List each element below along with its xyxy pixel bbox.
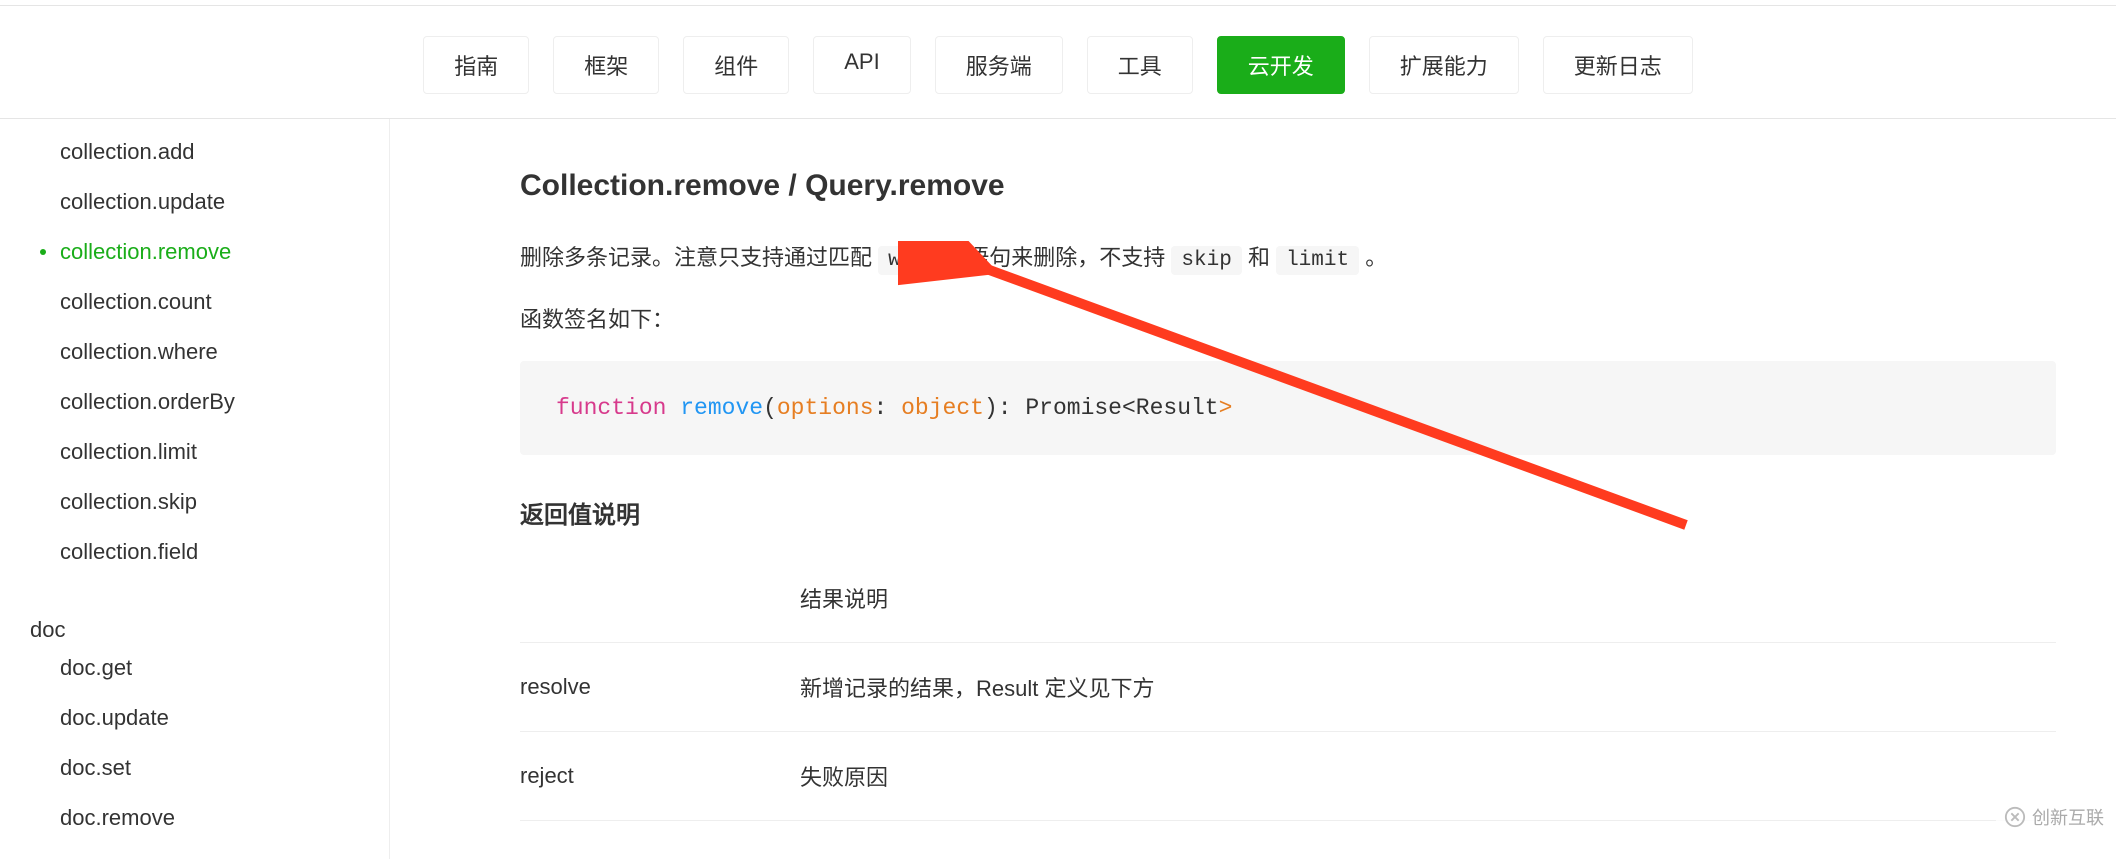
table-row: reject 失败原因 (520, 732, 2056, 821)
watermark: 创新互联 (1996, 800, 2112, 834)
table-header-desc: 结果说明 (800, 554, 2056, 643)
nav-changelog[interactable]: 更新日志 (1543, 36, 1693, 94)
nav-framework[interactable]: 框架 (553, 36, 659, 94)
code-lparen: ( (763, 395, 777, 421)
code-skip: skip (1171, 246, 1241, 275)
sidebar-item-collection-update[interactable]: collection.update (0, 177, 389, 227)
page-title: Collection.remove / Query.remove (520, 169, 2056, 203)
table-row: resolve 新增记录的结果，Result 定义见下方 (520, 643, 2056, 732)
watermark-text: 创新互联 (2032, 804, 2104, 830)
sidebar: collection.add collection.update collect… (0, 119, 390, 859)
nav-api[interactable]: API (813, 36, 910, 94)
code-limit: limit (1276, 246, 1359, 275)
sidebar-item-collection-add[interactable]: collection.add (0, 127, 389, 177)
code-kw-function: function (556, 395, 666, 421)
sidebar-item-collection-skip[interactable]: collection.skip (0, 477, 389, 527)
table-header-row: 结果说明 (520, 554, 2056, 643)
signature-label: 函数签名如下： (520, 299, 2056, 341)
sidebar-item-collection-orderby[interactable]: collection.orderBy (0, 377, 389, 427)
row0-name: resolve (520, 643, 800, 732)
row0-desc: 新增记录的结果，Result 定义见下方 (800, 643, 2056, 732)
code-rparen: ) (984, 395, 998, 421)
nav-server[interactable]: 服务端 (935, 36, 1063, 94)
sidebar-group-doc[interactable]: doc (0, 617, 389, 643)
desc-text-2: 语句来删除，不支持 (967, 245, 1171, 270)
content: Collection.remove / Query.remove 删除多条记录。… (390, 119, 2116, 859)
code-ret-sep: : (998, 395, 1026, 421)
sidebar-item-collection-remove[interactable]: collection.remove (0, 227, 389, 277)
table-header-name (520, 554, 800, 643)
sidebar-item-collection-where[interactable]: collection.where (0, 327, 389, 377)
code-ret-inner: Result (1136, 395, 1219, 421)
return-table: 结果说明 resolve 新增记录的结果，Result 定义见下方 reject… (520, 554, 2056, 821)
code-param-type: object (901, 395, 984, 421)
sidebar-item-doc-remove[interactable]: doc.remove (0, 793, 389, 843)
code-ret-type: Promise (1025, 395, 1122, 421)
sidebar-item-collection-field[interactable]: collection.field (0, 527, 389, 577)
nav-cloud[interactable]: 云开发 (1217, 36, 1345, 94)
code-colon: : (874, 395, 902, 421)
sidebar-item-doc-update[interactable]: doc.update (0, 693, 389, 743)
row1-name: reject (520, 732, 800, 821)
sidebar-item-doc-get[interactable]: doc.get (0, 643, 389, 693)
code-gt: > (1219, 395, 1233, 421)
nav-guide[interactable]: 指南 (423, 36, 529, 94)
sidebar-item-collection-limit[interactable]: collection.limit (0, 427, 389, 477)
desc-text-1: 删除多条记录。注意只支持通过匹配 (520, 245, 878, 270)
return-title: 返回值说明 (520, 495, 2056, 530)
description: 删除多条记录。注意只支持通过匹配 where 语句来删除，不支持 skip 和 … (520, 237, 2056, 281)
row1-desc: 失败原因 (800, 732, 2056, 821)
watermark-logo-icon (2004, 806, 2026, 828)
top-nav: 指南 框架 组件 API 服务端 工具 云开发 扩展能力 更新日志 (0, 6, 2116, 119)
code-block: function remove(options: object): Promis… (520, 361, 2056, 456)
sidebar-item-doc-set[interactable]: doc.set (0, 743, 389, 793)
code-param-name: options (777, 395, 874, 421)
desc-text-3: 和 (1248, 245, 1276, 270)
page-body: collection.add collection.update collect… (0, 119, 2116, 859)
code-lt: < (1122, 395, 1136, 421)
nav-component[interactable]: 组件 (683, 36, 789, 94)
code-fn-name: remove (680, 395, 763, 421)
nav-tools[interactable]: 工具 (1087, 36, 1193, 94)
nav-extend[interactable]: 扩展能力 (1369, 36, 1519, 94)
desc-text-4: 。 (1365, 245, 1387, 270)
code-where: where (878, 246, 961, 275)
sidebar-item-collection-count[interactable]: collection.count (0, 277, 389, 327)
